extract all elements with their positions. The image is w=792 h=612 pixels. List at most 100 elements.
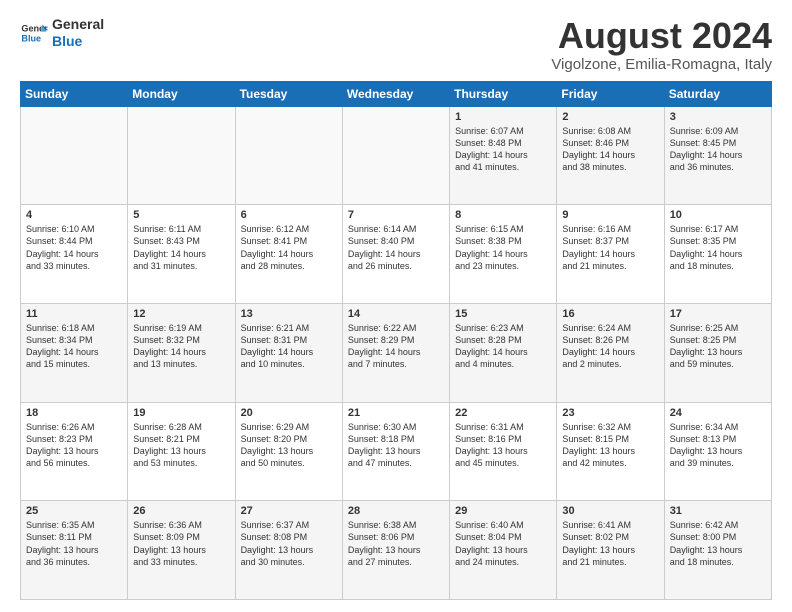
day-number: 15 [455, 308, 551, 320]
empty-cell [235, 106, 342, 205]
day-cell-19: 19 Sunrise: 6:28 AM Sunset: 8:21 PM Dayli… [128, 402, 235, 501]
cell-content: Sunrise: 6:28 AM Sunset: 8:21 PM Dayligh… [133, 421, 229, 470]
cell-content: Sunrise: 6:14 AM Sunset: 8:40 PM Dayligh… [348, 223, 444, 272]
cell-content: Sunrise: 6:16 AM Sunset: 8:37 PM Dayligh… [562, 223, 658, 272]
empty-cell [21, 106, 128, 205]
day-number: 2 [562, 111, 658, 123]
cell-content: Sunrise: 6:32 AM Sunset: 8:15 PM Dayligh… [562, 421, 658, 470]
day-number: 9 [562, 209, 658, 221]
cell-content: Sunrise: 6:37 AM Sunset: 8:08 PM Dayligh… [241, 519, 337, 568]
day-cell-8: 8Sunrise: 6:15 AM Sunset: 8:38 PM Daylig… [450, 205, 557, 304]
day-cell-27: 27 Sunrise: 6:37 AM Sunset: 8:08 PM Dayli… [235, 501, 342, 600]
cell-content: Sunrise: 6:08 AM Sunset: 8:46 PM Dayligh… [562, 125, 658, 174]
day-cell-7: 7Sunrise: 6:14 AM Sunset: 8:40 PM Daylig… [342, 205, 449, 304]
empty-cell [342, 106, 449, 205]
day-number: 31 [670, 505, 766, 517]
day-cell-12: 12 Sunrise: 6:19 AM Sunset: 8:32 PM Dayli… [128, 303, 235, 402]
day-number: 5 [133, 209, 229, 221]
day-header-saturday: Saturday [664, 81, 771, 106]
logo-icon: General Blue [20, 19, 48, 47]
cell-content: Sunrise: 6:10 AM Sunset: 8:44 PM Dayligh… [26, 223, 122, 272]
day-cell-10: 10 Sunrise: 6:17 AM Sunset: 8:35 PM Dayli… [664, 205, 771, 304]
cell-content: Sunrise: 6:21 AM Sunset: 8:31 PM Dayligh… [241, 322, 337, 371]
day-cell-20: 20 Sunrise: 6:29 AM Sunset: 8:20 PM Dayli… [235, 402, 342, 501]
day-number: 3 [670, 111, 766, 123]
day-number: 22 [455, 407, 551, 419]
week-row-5: 25 Sunrise: 6:35 AM Sunset: 8:11 PM Dayli… [21, 501, 772, 600]
day-cell-31: 31 Sunrise: 6:42 AM Sunset: 8:00 PM Dayli… [664, 501, 771, 600]
cell-content: Sunrise: 6:09 AM Sunset: 8:45 PM Dayligh… [670, 125, 766, 174]
empty-cell [128, 106, 235, 205]
logo-text: General Blue [52, 16, 104, 50]
header-row: SundayMondayTuesdayWednesdayThursdayFrid… [21, 81, 772, 106]
day-cell-4: 4Sunrise: 6:10 AM Sunset: 8:44 PM Daylig… [21, 205, 128, 304]
day-cell-2: 2 Sunrise: 6:08 AM Sunset: 8:46 PM Daylig… [557, 106, 664, 205]
header: General Blue General Blue August 2024 Vi… [20, 16, 772, 73]
day-cell-1: 1Sunrise: 6:07 AM Sunset: 8:48 PM Daylig… [450, 106, 557, 205]
day-cell-5: 5 Sunrise: 6:11 AM Sunset: 8:43 PM Daylig… [128, 205, 235, 304]
cell-content: Sunrise: 6:12 AM Sunset: 8:41 PM Dayligh… [241, 223, 337, 272]
location: Vigolzone, Emilia-Romagna, Italy [551, 56, 772, 73]
cell-content: Sunrise: 6:23 AM Sunset: 8:28 PM Dayligh… [455, 322, 551, 371]
day-cell-25: 25 Sunrise: 6:35 AM Sunset: 8:11 PM Dayli… [21, 501, 128, 600]
day-cell-16: 16 Sunrise: 6:24 AM Sunset: 8:26 PM Dayli… [557, 303, 664, 402]
cell-content: Sunrise: 6:30 AM Sunset: 8:18 PM Dayligh… [348, 421, 444, 470]
day-cell-6: 6 Sunrise: 6:12 AM Sunset: 8:41 PM Daylig… [235, 205, 342, 304]
cell-content: Sunrise: 6:19 AM Sunset: 8:32 PM Dayligh… [133, 322, 229, 371]
day-cell-11: 11Sunrise: 6:18 AM Sunset: 8:34 PM Dayli… [21, 303, 128, 402]
day-number: 25 [26, 505, 122, 517]
day-cell-15: 15 Sunrise: 6:23 AM Sunset: 8:28 PM Dayli… [450, 303, 557, 402]
cell-content: Sunrise: 6:11 AM Sunset: 8:43 PM Dayligh… [133, 223, 229, 272]
cell-content: Sunrise: 6:18 AM Sunset: 8:34 PM Dayligh… [26, 322, 122, 371]
cell-content: Sunrise: 6:29 AM Sunset: 8:20 PM Dayligh… [241, 421, 337, 470]
cell-content: Sunrise: 6:38 AM Sunset: 8:06 PM Dayligh… [348, 519, 444, 568]
cell-content: Sunrise: 6:24 AM Sunset: 8:26 PM Dayligh… [562, 322, 658, 371]
cell-content: Sunrise: 6:35 AM Sunset: 8:11 PM Dayligh… [26, 519, 122, 568]
cell-content: Sunrise: 6:31 AM Sunset: 8:16 PM Dayligh… [455, 421, 551, 470]
day-number: 17 [670, 308, 766, 320]
day-number: 16 [562, 308, 658, 320]
day-cell-18: 18Sunrise: 6:26 AM Sunset: 8:23 PM Dayli… [21, 402, 128, 501]
cell-content: Sunrise: 6:40 AM Sunset: 8:04 PM Dayligh… [455, 519, 551, 568]
day-number: 6 [241, 209, 337, 221]
day-cell-26: 26Sunrise: 6:36 AM Sunset: 8:09 PM Dayli… [128, 501, 235, 600]
day-number: 19 [133, 407, 229, 419]
day-cell-30: 30 Sunrise: 6:41 AM Sunset: 8:02 PM Dayli… [557, 501, 664, 600]
day-number: 14 [348, 308, 444, 320]
day-number: 27 [241, 505, 337, 517]
day-number: 20 [241, 407, 337, 419]
day-header-tuesday: Tuesday [235, 81, 342, 106]
day-header-sunday: Sunday [21, 81, 128, 106]
cell-content: Sunrise: 6:42 AM Sunset: 8:00 PM Dayligh… [670, 519, 766, 568]
day-cell-24: 24Sunrise: 6:34 AM Sunset: 8:13 PM Dayli… [664, 402, 771, 501]
cell-content: Sunrise: 6:36 AM Sunset: 8:09 PM Dayligh… [133, 519, 229, 568]
day-number: 24 [670, 407, 766, 419]
day-cell-17: 17Sunrise: 6:25 AM Sunset: 8:25 PM Dayli… [664, 303, 771, 402]
day-cell-3: 3 Sunrise: 6:09 AM Sunset: 8:45 PM Daylig… [664, 106, 771, 205]
day-number: 1 [455, 111, 551, 123]
day-header-thursday: Thursday [450, 81, 557, 106]
day-number: 18 [26, 407, 122, 419]
day-number: 29 [455, 505, 551, 517]
week-row-2: 4Sunrise: 6:10 AM Sunset: 8:44 PM Daylig… [21, 205, 772, 304]
month-title: August 2024 [551, 16, 772, 56]
week-row-1: 1Sunrise: 6:07 AM Sunset: 8:48 PM Daylig… [21, 106, 772, 205]
cell-content: Sunrise: 6:15 AM Sunset: 8:38 PM Dayligh… [455, 223, 551, 272]
cell-content: Sunrise: 6:17 AM Sunset: 8:35 PM Dayligh… [670, 223, 766, 272]
day-number: 21 [348, 407, 444, 419]
day-header-friday: Friday [557, 81, 664, 106]
week-row-3: 11Sunrise: 6:18 AM Sunset: 8:34 PM Dayli… [21, 303, 772, 402]
day-cell-21: 21 Sunrise: 6:30 AM Sunset: 8:18 PM Dayli… [342, 402, 449, 501]
day-cell-23: 23Sunrise: 6:32 AM Sunset: 8:15 PM Dayli… [557, 402, 664, 501]
day-header-wednesday: Wednesday [342, 81, 449, 106]
title-block: August 2024 Vigolzone, Emilia-Romagna, I… [551, 16, 772, 73]
day-number: 12 [133, 308, 229, 320]
cell-content: Sunrise: 6:41 AM Sunset: 8:02 PM Dayligh… [562, 519, 658, 568]
day-number: 30 [562, 505, 658, 517]
svg-text:Blue: Blue [21, 33, 41, 43]
calendar-page: General Blue General Blue August 2024 Vi… [0, 0, 792, 612]
cell-content: Sunrise: 6:22 AM Sunset: 8:29 PM Dayligh… [348, 322, 444, 371]
day-header-monday: Monday [128, 81, 235, 106]
day-number: 10 [670, 209, 766, 221]
day-cell-13: 13Sunrise: 6:21 AM Sunset: 8:31 PM Dayli… [235, 303, 342, 402]
